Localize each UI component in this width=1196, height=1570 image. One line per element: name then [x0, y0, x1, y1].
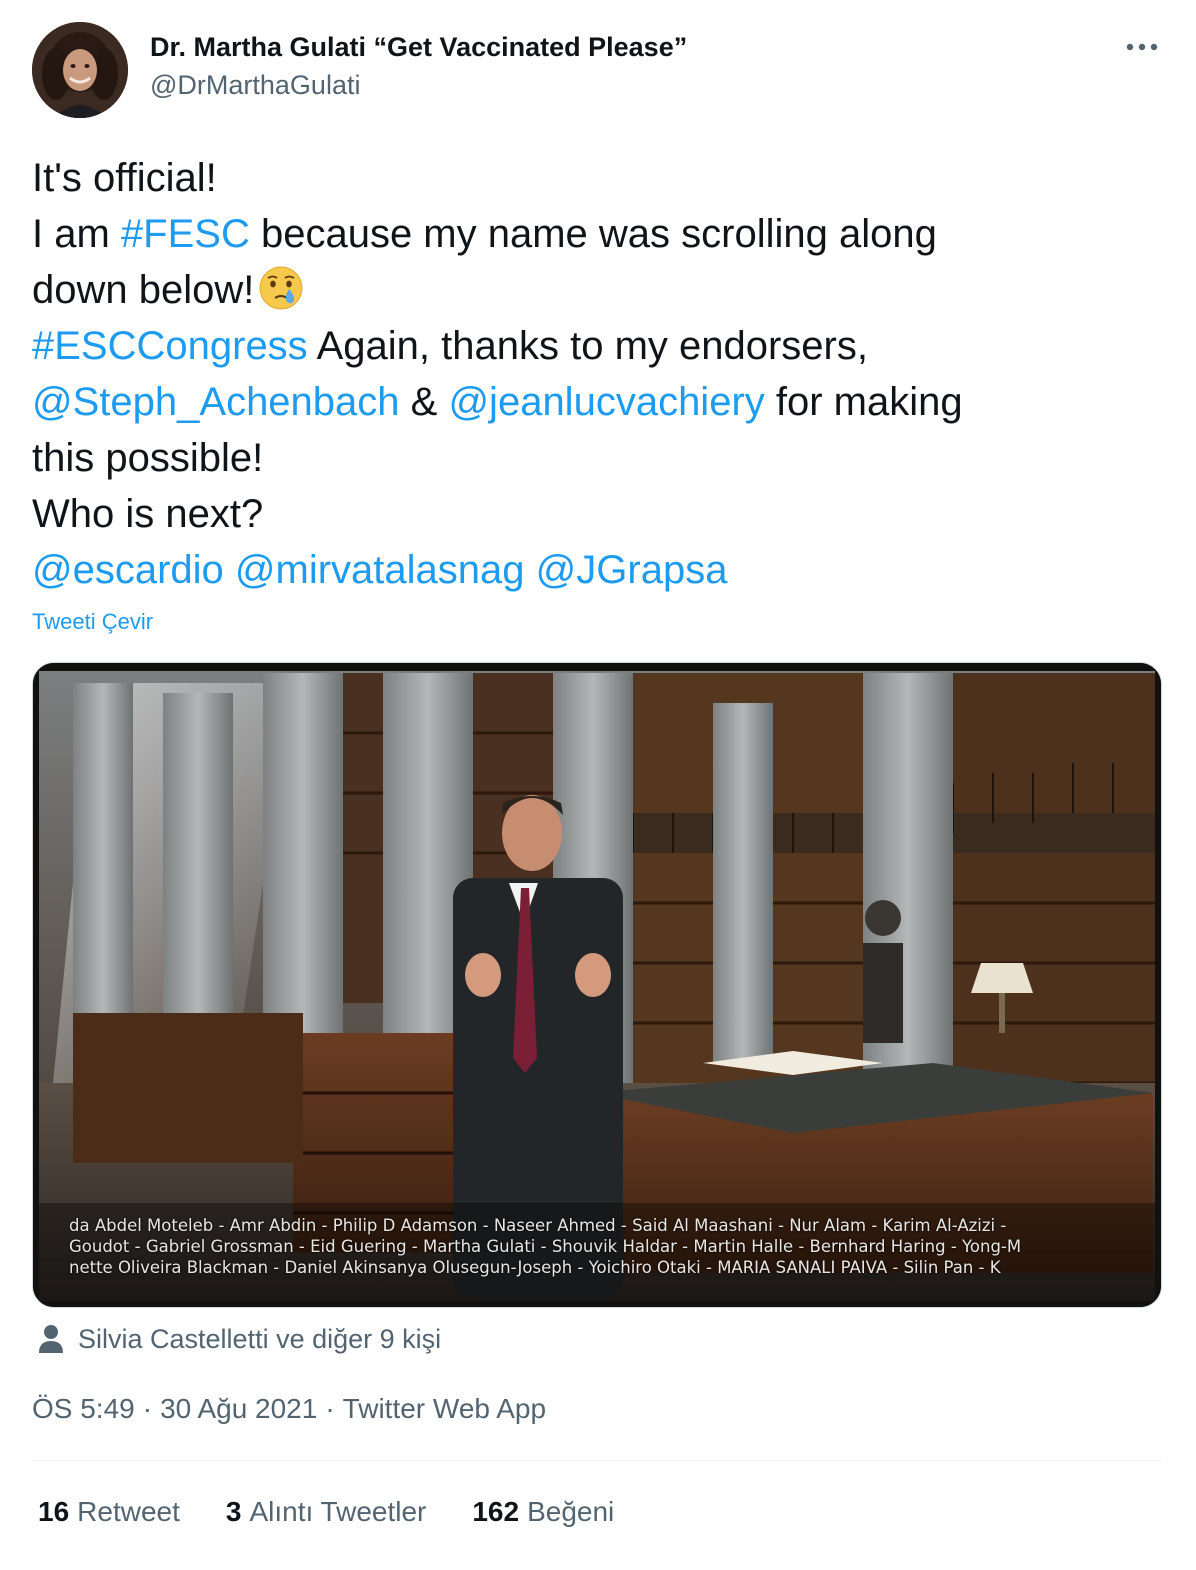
scrolling-credits-line: Goudot - Gabriel Grossman - Eid Guering …: [69, 1237, 1022, 1256]
tweet-source-link[interactable]: Twitter Web App: [343, 1393, 546, 1424]
divider: [32, 1460, 1162, 1461]
tweet-line: I am #FESC because my name was scrolling…: [32, 206, 1162, 262]
tweet-text: It's official! I am #FESC because my nam…: [32, 150, 1162, 598]
tweet-line: #ESCCongress Again, thanks to my endorse…: [32, 318, 1162, 374]
scrolling-credits-line: da Abdel Moteleb - Amr Abdin - Philip D …: [69, 1216, 1007, 1235]
text-span: &: [399, 380, 449, 424]
mention-jgrapsa-link[interactable]: @JGrapsa: [536, 548, 728, 592]
more-options-button[interactable]: [1122, 32, 1162, 62]
scrolling-credits-line: nette Oliveira Blackman - Daniel Akinsan…: [69, 1258, 1001, 1277]
tagged-users-label: Silvia Castelletti ve diğer 9 kişi: [78, 1324, 442, 1354]
text-span: It's official!: [32, 156, 217, 200]
tweet-time-link[interactable]: ÖS 5:49: [32, 1393, 135, 1424]
author-block[interactable]: Dr. Martha Gulati “Get Vaccinated Please…: [150, 30, 687, 102]
avatar[interactable]: [32, 22, 128, 118]
quote-tweets-stat[interactable]: 3 Alıntı Tweetler: [226, 1495, 426, 1529]
face-holding-back-tears-emoji: [259, 266, 303, 310]
tweet-header: Dr. Martha Gulati “Get Vaccinated Please…: [32, 20, 1162, 120]
user-handle[interactable]: @DrMarthaGulati: [150, 68, 687, 102]
meta-separator: ·: [142, 1393, 153, 1424]
media-video[interactable]: da Abdel Moteleb - Amr Abdin - Philip D …: [32, 662, 1162, 1308]
hashtag-esccongress-link[interactable]: #ESCCongress: [32, 324, 308, 368]
retweets-label: Retweet: [77, 1496, 180, 1527]
display-name[interactable]: Dr. Martha Gulati “Get Vaccinated Please…: [150, 30, 687, 64]
mention-jeanluc-link[interactable]: @jeanlucvachiery: [448, 380, 764, 424]
translate-tweet-link[interactable]: Tweeti Çevir: [32, 608, 1162, 636]
avatar-image: [32, 22, 128, 118]
text-span: for making: [764, 380, 963, 424]
retweets-stat[interactable]: 16 Retweet: [38, 1495, 180, 1529]
tweet-date-link[interactable]: 30 Ağu 2021: [160, 1393, 317, 1424]
text-span: Again, thanks to my endorsers,: [307, 324, 868, 368]
text-span: down below!: [32, 268, 255, 312]
likes-count: 162: [472, 1496, 520, 1527]
text-span: because my name was scrolling along: [249, 212, 937, 256]
hashtag-fesc-link[interactable]: #FESC: [121, 212, 250, 256]
text-span: this possible!: [32, 436, 264, 480]
text-span: I am: [32, 212, 121, 256]
retweets-count: 16: [38, 1496, 70, 1527]
person-icon: [39, 1325, 63, 1353]
tweet-line: Who is next?: [32, 486, 1162, 542]
library-scene-image: [33, 663, 1161, 1307]
quotes-label: Alıntı Tweetler: [249, 1496, 427, 1527]
tweet: Dr. Martha Gulati “Get Vaccinated Please…: [32, 20, 1162, 1529]
quotes-count: 3: [225, 1496, 242, 1527]
tagged-users[interactable]: Silvia Castelletti ve diğer 9 kişi: [32, 1322, 1162, 1356]
text-span: Who is next?: [32, 492, 264, 536]
likes-stat[interactable]: 162 Beğeni: [472, 1495, 614, 1529]
tweet-line: down below!: [32, 262, 1162, 318]
tweet-line: @Steph_Achenbach & @jeanlucvachiery for …: [32, 374, 1162, 430]
meta-separator: ·: [325, 1393, 335, 1424]
mention-escardio-link[interactable]: @escardio: [32, 548, 224, 592]
likes-label: Beğeni: [527, 1496, 615, 1527]
mention-steph-link[interactable]: @Steph_Achenbach: [32, 380, 400, 424]
tweet-line: It's official!: [32, 150, 1162, 206]
tweet-stats: 16 Retweet 3 Alıntı Tweetler 162 Beğeni: [32, 1495, 1162, 1529]
tweet-line: this possible!: [32, 430, 1162, 486]
more-horizontal-icon: [1126, 43, 1158, 51]
mention-mirvat-link[interactable]: @mirvatalasnag: [235, 548, 525, 592]
tweet-meta: ÖS 5:49 · 30 Ağu 2021 · Twitter Web App: [32, 1392, 1162, 1426]
tweet-line: @escardio @mirvatalasnag @JGrapsa: [32, 542, 1162, 598]
